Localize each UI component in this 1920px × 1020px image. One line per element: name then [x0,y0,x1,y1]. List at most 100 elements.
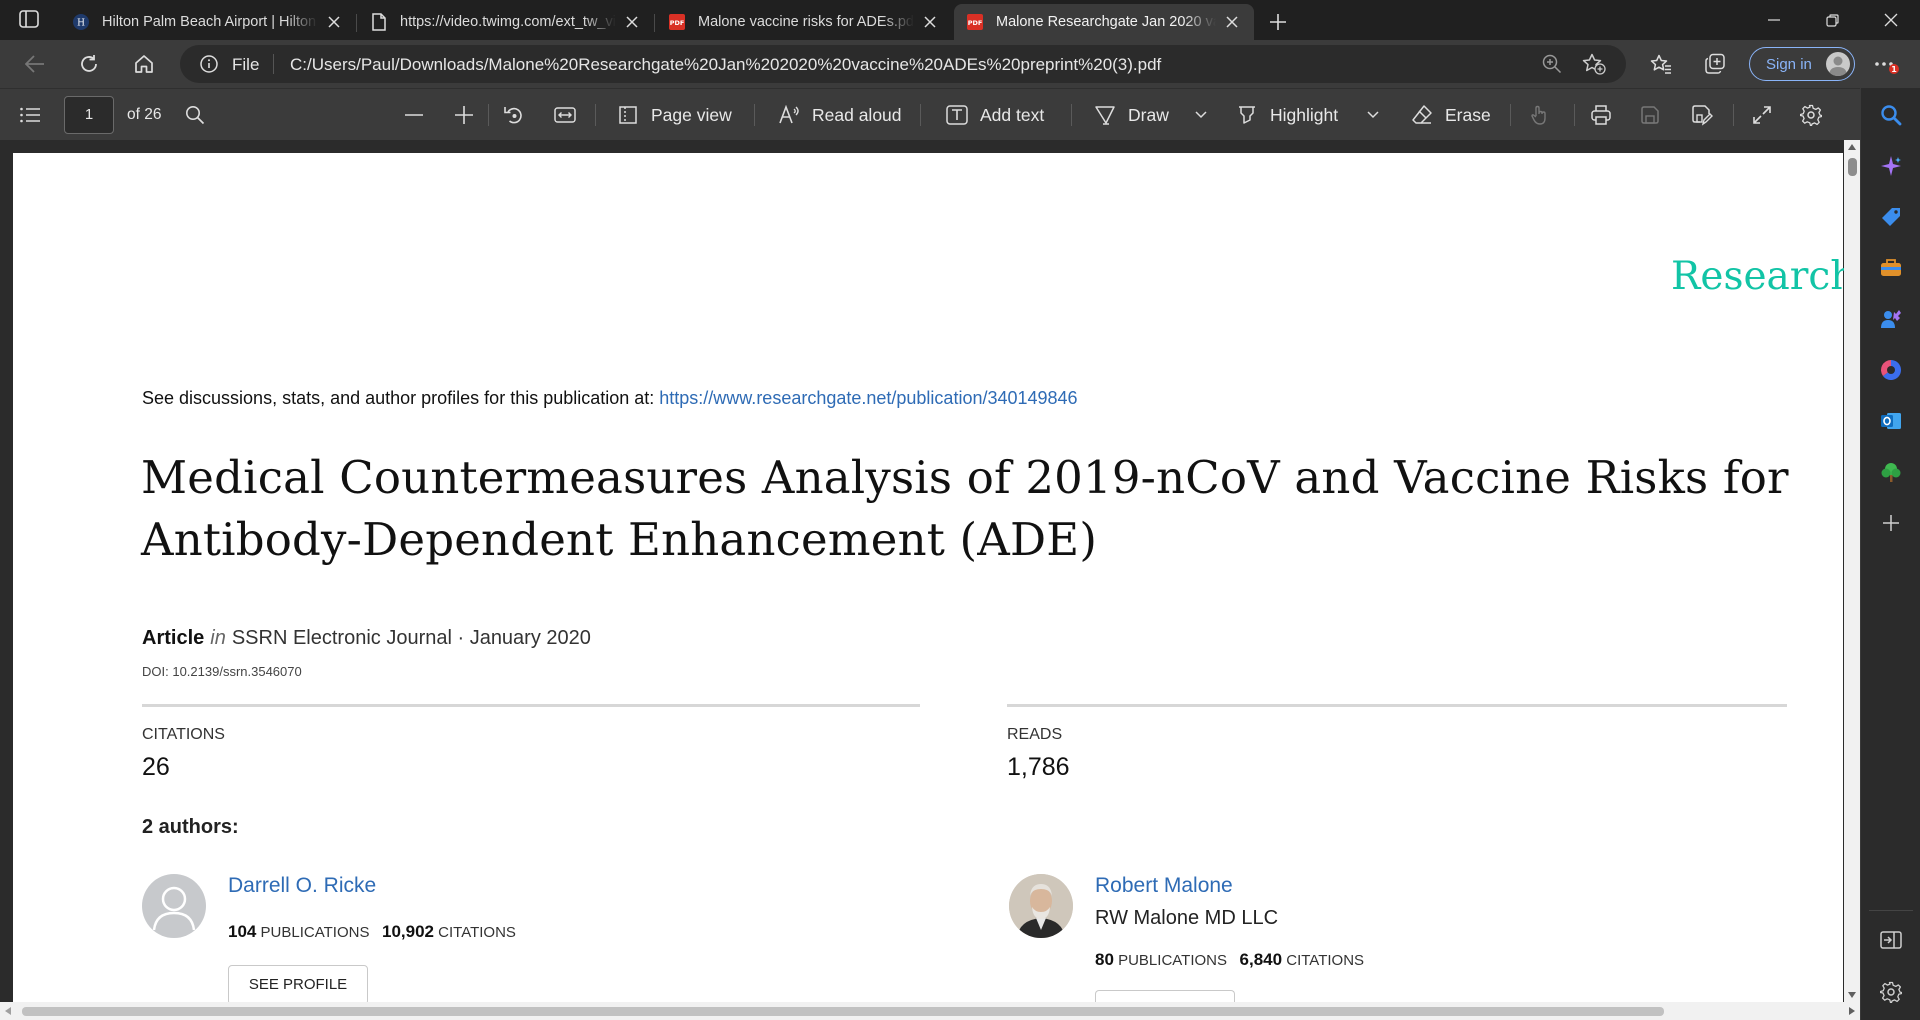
zoom-in-icon[interactable] [454,89,486,141]
hilton-logo-icon: H [72,13,90,31]
read-aloud-button[interactable]: Read aloud [778,89,902,141]
save-as-icon[interactable] [1691,89,1725,141]
page-number-input[interactable]: 1 [64,96,114,134]
find-icon[interactable] [185,89,217,141]
author-stats: 104 PUBLICATIONS 10,902 CITATIONS [228,922,516,942]
tools-briefcase-icon[interactable] [1879,256,1903,280]
author-name-link[interactable]: Darrell O. Ricke [228,874,376,898]
divider [1510,104,1511,126]
tab-actions-icon[interactable] [18,9,42,31]
add-favorite-icon[interactable] [1582,53,1606,75]
author-avatar[interactable] [142,874,206,938]
office-icon[interactable] [1879,358,1903,382]
publication-link[interactable]: https://www.researchgate.net/publication… [659,388,1077,408]
more-menu-button[interactable]: 1 [1870,48,1904,80]
settings-gear-icon[interactable] [1879,980,1903,1004]
url-text[interactable]: C:/Users/Paul/Downloads/Malone%20Researc… [290,55,1161,75]
fit-width-icon[interactable] [554,89,588,141]
read-aloud-label: Read aloud [812,104,902,125]
author-photo[interactable] [1009,874,1073,938]
horizontal-scroll-thumb[interactable] [22,1007,1664,1016]
favorites-icon[interactable] [1644,48,1678,80]
doi-text: DOI: 10.2139/ssrn.3546070 [142,664,302,679]
page-view-button[interactable]: Page view [617,89,732,141]
citations-label: CITATIONS [1286,952,1365,969]
author-name-link[interactable]: Robert Malone [1095,874,1233,898]
reads-value: 1,786 [1007,753,1070,781]
scroll-down-arrow-icon[interactable] [1848,992,1856,998]
citations-value: 26 [142,753,170,781]
publications-label: PUBLICATIONS [1118,952,1228,969]
tree-icon[interactable] [1879,460,1903,484]
paper-title-line-1: Medical Countermeasures Analysis of 2019… [141,451,1789,504]
address-bar[interactable]: File C:/Users/Paul/Downloads/Malone%20Re… [180,45,1626,83]
publications-count: 80 [1095,950,1114,969]
tab-strip: H Hilton Palm Beach Airport | Hilton htt… [0,0,1920,40]
divider [1007,704,1787,707]
see-profile-button[interactable]: SEE PROFILE [228,965,368,1005]
horizontal-scrollbar[interactable] [0,1002,1860,1020]
vertical-scroll-thumb[interactable] [1848,158,1857,176]
paper-title-line-2: Antibody-Dependent Enhancement (ADE) [141,513,1098,566]
scroll-left-arrow-icon[interactable] [5,1007,11,1015]
copilot-icon[interactable] [1879,154,1903,178]
close-tab-icon[interactable] [620,10,644,34]
fullscreen-icon[interactable] [1752,89,1784,141]
highlight-options-chevron-down-icon[interactable] [1367,89,1391,141]
pdf-icon: PDF [668,13,686,31]
games-icon[interactable] [1879,307,1903,331]
split-screen-icon[interactable] [1879,928,1903,952]
svg-text:H: H [77,19,85,29]
see-profile-button-partial[interactable] [1095,990,1235,1002]
authors-heading: 2 authors: [142,816,239,838]
divider [1071,104,1072,126]
close-tab-icon[interactable] [322,10,346,34]
home-button[interactable] [127,48,161,80]
new-tab-button[interactable] [1264,8,1292,36]
tab-pdf-ade[interactable]: PDF Malone vaccine risks for ADEs.pdf [656,4,952,40]
zoom-out-icon[interactable] [404,89,436,141]
print-icon[interactable] [1590,89,1624,141]
journal-name[interactable]: SSRN Electronic Journal · January 2020 [232,627,591,649]
search-icon[interactable] [1879,103,1903,127]
pdf-settings-gear-icon[interactable] [1800,89,1834,141]
add-text-button[interactable]: Add text [946,89,1044,141]
highlight-button[interactable]: Highlight [1236,89,1338,141]
zoom-icon[interactable] [1542,54,1562,74]
page-icon [370,13,388,31]
table-of-contents-icon[interactable] [19,89,53,141]
citations-count: 10,902 [381,922,434,941]
vertical-scrollbar[interactable] [1844,140,1860,1002]
close-window-button[interactable] [1862,0,1920,40]
author-affiliation: RW Malone MD LLC [1095,907,1279,929]
close-tab-icon[interactable] [1220,10,1244,34]
tab-pdf-researchgate[interactable]: PDF Malone Researchgate Jan 2020 vaccine [954,4,1254,40]
collections-icon[interactable] [1698,48,1732,80]
minimize-button[interactable] [1745,0,1803,40]
tab-video[interactable]: https://video.twimg.com/ext_tw_video [358,4,655,40]
shopping-tag-icon[interactable] [1879,205,1903,229]
outlook-icon[interactable] [1879,409,1903,433]
scroll-right-arrow-icon[interactable] [1849,1007,1855,1015]
restore-button[interactable] [1803,0,1861,40]
citations-label: CITATIONS [142,726,225,743]
close-tab-icon[interactable] [918,10,942,34]
draw-options-chevron-down-icon[interactable] [1195,89,1219,141]
add-text-label: Add text [980,104,1045,125]
add-icon[interactable] [1879,511,1903,535]
citations-count: 6,840 [1239,950,1283,969]
erase-button[interactable]: Erase [1411,89,1491,141]
author-stats: 80 PUBLICATIONS 6,840 CITATIONS [1095,950,1364,970]
back-button[interactable] [18,48,52,80]
rotate-icon[interactable] [504,89,536,141]
refresh-button[interactable] [72,48,106,80]
tab-title: https://video.twimg.com/ext_tw_video [400,14,616,30]
scroll-up-arrow-icon[interactable] [1848,144,1856,150]
divider [142,704,920,707]
highlight-label: Highlight [1270,104,1339,125]
discussion-prefix: See discussions, stats, and author profi… [142,388,660,408]
info-icon[interactable] [200,55,218,73]
tab-hilton[interactable]: H Hilton Palm Beach Airport | Hilton [60,4,357,40]
draw-button[interactable]: Draw [1094,89,1169,141]
sign-in-button[interactable]: Sign in [1749,47,1855,81]
